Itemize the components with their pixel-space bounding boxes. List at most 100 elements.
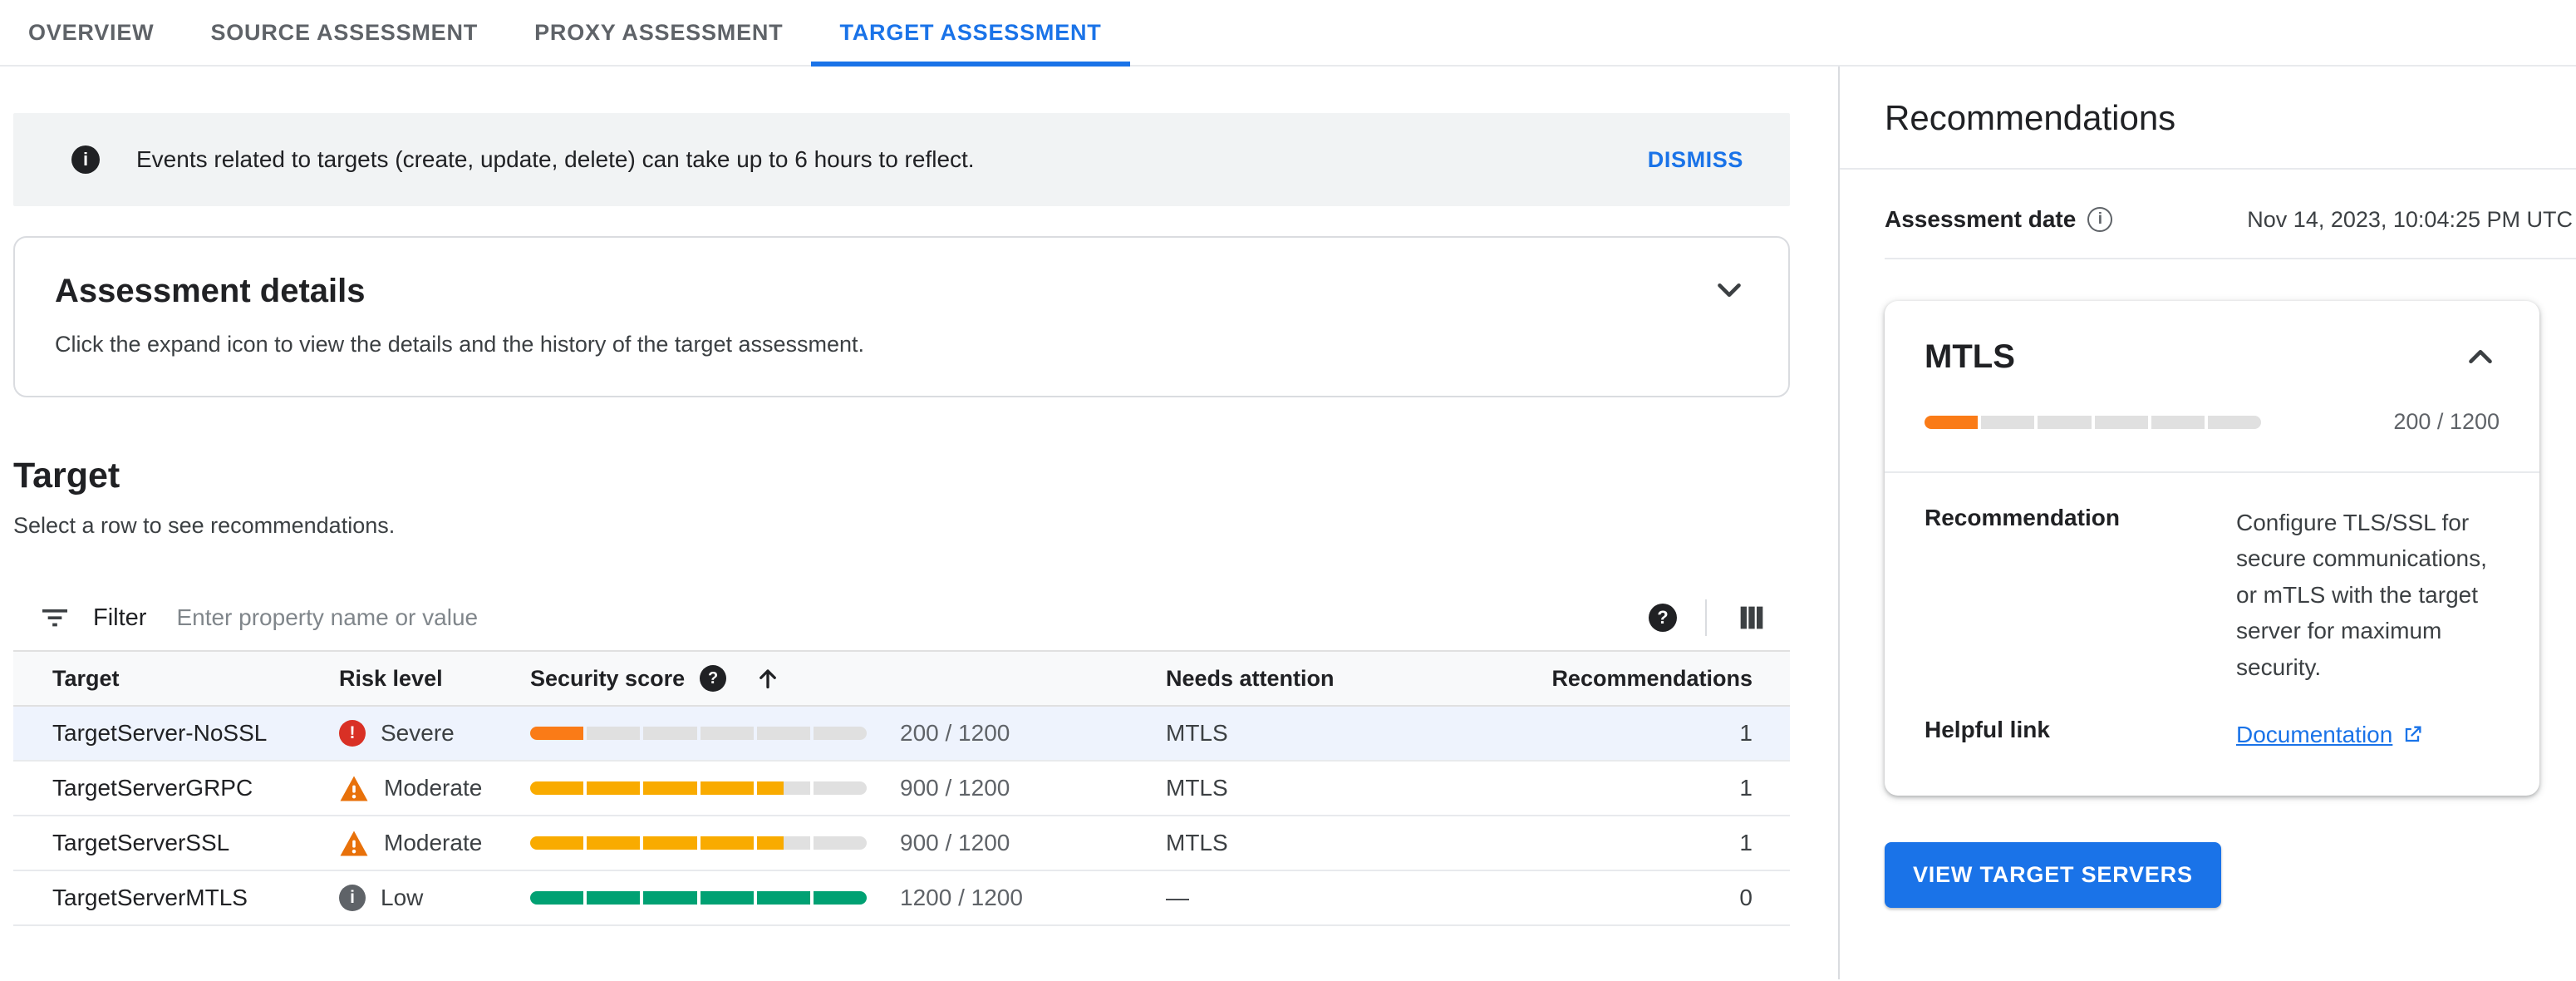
panel-title: Recommendations	[1885, 98, 2176, 137]
chevron-up-icon[interactable]	[2461, 338, 2500, 376]
filter-input[interactable]	[175, 604, 1649, 632]
risk-level-cell: ! Severe	[339, 720, 530, 747]
recommendations-panel: Recommendations Assessment date i Nov 14…	[1838, 67, 2576, 979]
table-row[interactable]: TargetServer-NoSSL! Severe 200 / 1200 MTLS 1	[13, 707, 1790, 762]
table-header: Target Risk level Security score ? Needs…	[13, 652, 1790, 707]
assessment-date-label: Assessment date	[1885, 206, 2077, 232]
score-value: 1200 / 1200	[900, 885, 1023, 910]
error-circle-icon: !	[339, 720, 366, 747]
sort-ascending-icon[interactable]	[753, 663, 783, 693]
filter-bar: Filter ?	[13, 585, 1790, 652]
dismiss-button[interactable]: DISMISS	[1648, 147, 1743, 173]
tab-target-assessment[interactable]: TARGET ASSESSMENT	[811, 0, 1130, 67]
score-value: 900 / 1200	[900, 775, 1010, 801]
helpful-link-row: Helpful link Documentation	[1925, 717, 2500, 752]
mtls-score-row: 200 / 1200	[1925, 409, 2500, 435]
table-row[interactable]: TargetServerMTLS i Low 1200 / 1200 — 0	[13, 871, 1790, 926]
score-bar-cell	[530, 727, 900, 740]
risk-level-cell: i Low	[339, 885, 530, 911]
banner-text: Events related to targets (create, updat…	[136, 146, 975, 172]
score-value: 900 / 1200	[900, 830, 1010, 855]
needs-attention-value: MTLS	[1166, 720, 1228, 746]
recommendations-count: 1	[1739, 720, 1753, 746]
chevron-down-icon[interactable]	[1710, 271, 1748, 309]
col-security-score-label: Security score	[530, 665, 686, 691]
info-circle-icon: i	[339, 885, 366, 911]
divider	[1885, 471, 2539, 473]
needs-attention-value: MTLS	[1166, 830, 1228, 855]
risk-label: Moderate	[384, 775, 483, 801]
risk-level-cell: Moderate	[339, 830, 530, 857]
security-score-bar	[530, 781, 868, 795]
mtls-card-header: MTLS	[1925, 338, 2500, 376]
risk-label: Low	[381, 885, 424, 910]
col-recommendations: Recommendations	[1551, 665, 1753, 691]
info-outline-icon[interactable]: i	[2087, 207, 2113, 232]
risk-label: Severe	[381, 720, 455, 746]
documentation-link-text: Documentation	[2236, 721, 2393, 747]
filter-icon	[38, 601, 71, 634]
target-name: TargetServerMTLS	[52, 885, 248, 910]
column-settings-icon[interactable]	[1735, 601, 1768, 634]
recommendation-text: Configure TLS/SSL for secure communicati…	[2236, 510, 2487, 680]
score-bar-cell	[530, 836, 900, 850]
target-name: TargetServerGRPC	[52, 775, 253, 801]
security-score-bar	[530, 727, 868, 740]
tab-source-assessment[interactable]: SOURCE ASSESSMENT	[182, 0, 506, 65]
table-body: TargetServer-NoSSL! Severe 200 / 1200 MTLS 1…	[13, 707, 1790, 926]
assessment-date-value: Nov 14, 2023, 10:04:25 PM UTC	[2247, 206, 2573, 232]
col-security-score: Security score ?	[530, 663, 900, 693]
target-section-subtitle: Select a row to see recommendations.	[13, 513, 396, 538]
panel-bar-slot	[1925, 415, 2262, 429]
info-banner: i Events related to targets (create, upd…	[13, 113, 1790, 206]
security-score-bar	[1925, 415, 2262, 429]
col-risk-level: Risk level	[339, 665, 443, 691]
warning-triangle-icon	[339, 830, 369, 857]
recommendations-count: 1	[1739, 830, 1753, 855]
tab-bar: OVERVIEW SOURCE ASSESSMENT PROXY ASSESSMEN…	[0, 0, 2576, 67]
score-help-icon[interactable]: ?	[700, 665, 727, 692]
assessment-details-subtitle: Click the expand icon to view the detail…	[55, 332, 865, 357]
filter-label: Filter	[93, 604, 147, 631]
tab-label: SOURCE ASSESSMENT	[210, 19, 479, 45]
risk-label: Moderate	[384, 830, 483, 855]
recommendations-count: 1	[1739, 775, 1753, 801]
tab-label: TARGET ASSESSMENT	[839, 19, 1102, 45]
recommendation-row: Recommendation Configure TLS/SSL for sec…	[1925, 505, 2500, 685]
mtls-recommendation-card: MTLS 200 / 1200 Recommendation Configure…	[1885, 301, 2539, 796]
needs-attention-value: MTLS	[1166, 775, 1228, 801]
recommendation-label: Recommendation	[1925, 505, 2120, 530]
needs-attention-value: —	[1166, 885, 1189, 910]
score-bar-cell	[530, 781, 900, 795]
col-target: Target	[52, 665, 120, 691]
recommendations-count: 0	[1739, 885, 1753, 910]
col-needs-attention: Needs attention	[1166, 665, 1335, 691]
main-area: i Events related to targets (create, upd…	[0, 67, 1838, 979]
score-bar-cell	[530, 891, 900, 905]
tab-proxy-assessment[interactable]: PROXY ASSESSMENT	[506, 0, 811, 65]
help-icon[interactable]: ?	[1649, 604, 1677, 632]
warning-triangle-icon	[339, 775, 369, 802]
target-section-title: Target	[13, 456, 120, 495]
table-row[interactable]: TargetServerSSL Moderate 900 / 1200 MTLS 1	[13, 816, 1790, 871]
tab-overview[interactable]: OVERVIEW	[0, 0, 182, 65]
documentation-link[interactable]: Documentation	[2236, 717, 2424, 752]
mtls-card-title: MTLS	[1925, 338, 2015, 375]
assessment-details-card: Assessment details Click the expand icon…	[13, 236, 1790, 397]
risk-level-cell: Moderate	[339, 775, 530, 802]
divider	[1705, 599, 1707, 636]
assessment-date-row: Assessment date i Nov 14, 2023, 10:04:25…	[1885, 206, 2576, 259]
helpful-link-label: Helpful link	[1925, 716, 2050, 742]
security-score-bar	[530, 891, 868, 905]
security-score-bar	[530, 836, 868, 850]
table-row[interactable]: TargetServerGRPC Moderate 900 / 1200 MTLS 1	[13, 762, 1790, 816]
target-name: TargetServer-NoSSL	[52, 720, 268, 746]
divider	[1840, 168, 2576, 170]
view-target-servers-button[interactable]: VIEW TARGET SERVERS	[1885, 842, 2221, 909]
info-icon: i	[71, 145, 100, 174]
target-name: TargetServerSSL	[52, 830, 230, 855]
tab-label: OVERVIEW	[28, 19, 155, 45]
content: i Events related to targets (create, upd…	[0, 67, 2576, 979]
external-link-icon	[2401, 723, 2424, 747]
assessment-details-title: Assessment details	[55, 273, 366, 309]
